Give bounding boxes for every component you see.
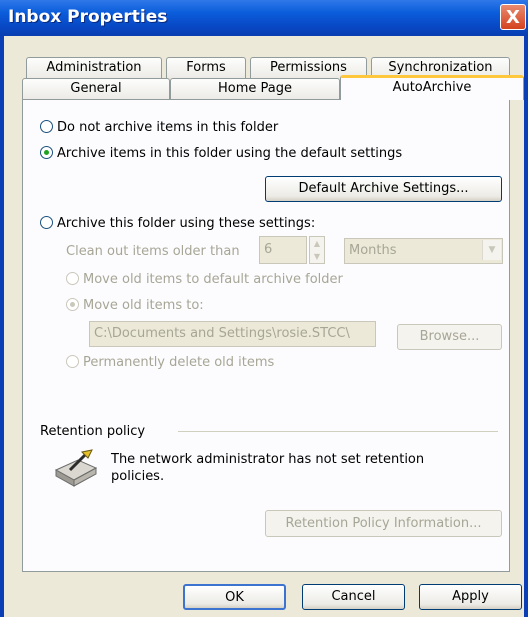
radio-archive-default[interactable]: Archive items in this folder using the d…: [40, 146, 402, 161]
apply-button[interactable]: Apply: [419, 584, 522, 610]
spin-down-icon[interactable]: ▼: [310, 250, 324, 263]
radio-button[interactable]: [40, 146, 53, 159]
cancel-button[interactable]: Cancel: [302, 584, 405, 610]
radio-archive-custom[interactable]: Archive this folder using these settings…: [40, 216, 315, 231]
tab-label: Home Page: [218, 81, 292, 96]
spin-up-icon[interactable]: ▲: [310, 237, 324, 250]
tab-label: Permissions: [270, 60, 347, 75]
tab-label: Administration: [46, 60, 142, 75]
retention-policy-heading: Retention policy: [40, 424, 146, 439]
retention-policy-icon: [52, 448, 100, 488]
radio-label: Move old items to default archive folder: [83, 272, 343, 287]
radio-label: Archive this folder using these settings…: [57, 216, 316, 231]
tab-forms[interactable]: Forms: [166, 57, 246, 78]
radio-do-not-archive[interactable]: Do not archive items in this folder: [40, 120, 278, 135]
age-spinner[interactable]: ▲ ▼: [309, 236, 325, 264]
age-input[interactable]: 6: [259, 236, 307, 264]
chevron-down-icon[interactable]: ▼: [482, 240, 501, 260]
ok-button[interactable]: OK: [183, 584, 286, 610]
tab-label: Synchronization: [388, 60, 493, 75]
retention-policy-info-button[interactable]: Retention Policy Information...: [265, 510, 502, 537]
tab-autoarchive[interactable]: AutoArchive: [340, 75, 524, 100]
tab-general[interactable]: General: [22, 78, 170, 99]
default-archive-settings-button[interactable]: Default Archive Settings...: [265, 176, 502, 202]
radio-button[interactable]: [66, 272, 79, 285]
radio-button[interactable]: [66, 355, 79, 368]
retention-divider: [178, 431, 498, 432]
tab-label: Forms: [186, 60, 226, 75]
tab-home-page[interactable]: Home Page: [170, 78, 340, 99]
radio-label: Archive items in this folder using the d…: [57, 146, 403, 161]
tab-label: AutoArchive: [392, 80, 472, 95]
radio-button[interactable]: [40, 216, 53, 229]
radio-move-to[interactable]: Move old items to:: [66, 298, 204, 313]
retention-message: The network administrator has not set re…: [111, 452, 425, 484]
tab-administration[interactable]: Administration: [26, 57, 162, 78]
radio-label: Move old items to:: [83, 298, 204, 313]
radio-move-default[interactable]: Move old items to default archive folder: [66, 272, 343, 287]
radio-button[interactable]: [40, 120, 53, 133]
browse-button[interactable]: Browse...: [397, 324, 502, 350]
title-bar[interactable]: Inbox Properties X: [0, 0, 528, 36]
clean-out-label: Clean out items older than: [66, 244, 240, 259]
age-unit-select[interactable]: Months ▼: [344, 238, 503, 264]
radio-permanently-delete[interactable]: Permanently delete old items: [66, 355, 274, 370]
radio-label: Do not archive items in this folder: [57, 120, 279, 135]
close-button[interactable]: X: [500, 4, 526, 30]
close-icon: X: [506, 7, 520, 28]
age-unit-value: Months: [349, 243, 397, 258]
radio-button[interactable]: [66, 298, 79, 311]
archive-path-input[interactable]: C:\Documents and Settings\rosie.STCC\: [89, 321, 376, 347]
tab-label: General: [70, 81, 122, 96]
radio-label: Permanently delete old items: [83, 355, 275, 370]
window-title: Inbox Properties: [8, 7, 168, 27]
